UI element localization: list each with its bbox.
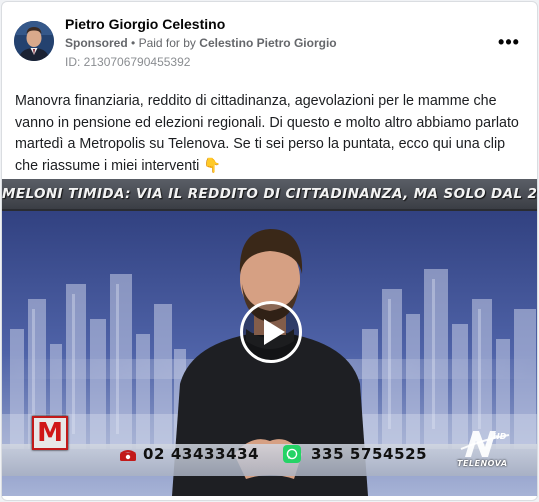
author-name[interactable]: Pietro Giorgio Celestino [65, 16, 225, 32]
ticker-headline: MELONI TIMIDA: VIA IL REDDITO DI CITTADI… [2, 186, 538, 202]
logo-letter: M [37, 418, 63, 448]
play-icon [263, 319, 285, 345]
metropolis-logo: M [32, 416, 68, 450]
play-button[interactable] [240, 301, 302, 363]
meta-separator: • [131, 36, 136, 50]
post-meta: Sponsored • Paid for by Celestino Pietro… [65, 36, 337, 50]
video-player[interactable]: MELONI TIMIDA: VIA IL REDDITO DI CITTADI… [2, 179, 538, 496]
post-body-text: Manovra finanziaria, reddito di cittadin… [15, 93, 519, 174]
author-photo [14, 21, 54, 61]
news-ticker: MELONI TIMIDA: VIA IL REDDITO DI CITTADI… [2, 179, 538, 211]
hd-badge: HD [493, 432, 507, 441]
phone-number: 02 43433434 [143, 445, 260, 463]
channel-name: TELENOVA [457, 459, 508, 468]
whatsapp-number: 335 5754525 [311, 445, 428, 463]
paid-for-name[interactable]: Celestino Pietro Giorgio [199, 36, 336, 50]
ad-id: ID: 2130706790455392 [65, 55, 191, 69]
more-options-button[interactable]: ••• [495, 28, 523, 56]
sponsored-post-card: Pietro Giorgio Celestino Sponsored • Pai… [1, 1, 538, 501]
author-avatar[interactable] [14, 21, 54, 61]
paid-for-prefix: Paid for by [138, 36, 196, 50]
sponsored-label[interactable]: Sponsored [65, 36, 128, 50]
whatsapp-icon [283, 445, 301, 463]
more-horizontal-icon: ••• [498, 32, 520, 52]
post-header: Pietro Giorgio Celestino Sponsored • Pai… [2, 2, 537, 82]
phone-icon [120, 450, 136, 461]
